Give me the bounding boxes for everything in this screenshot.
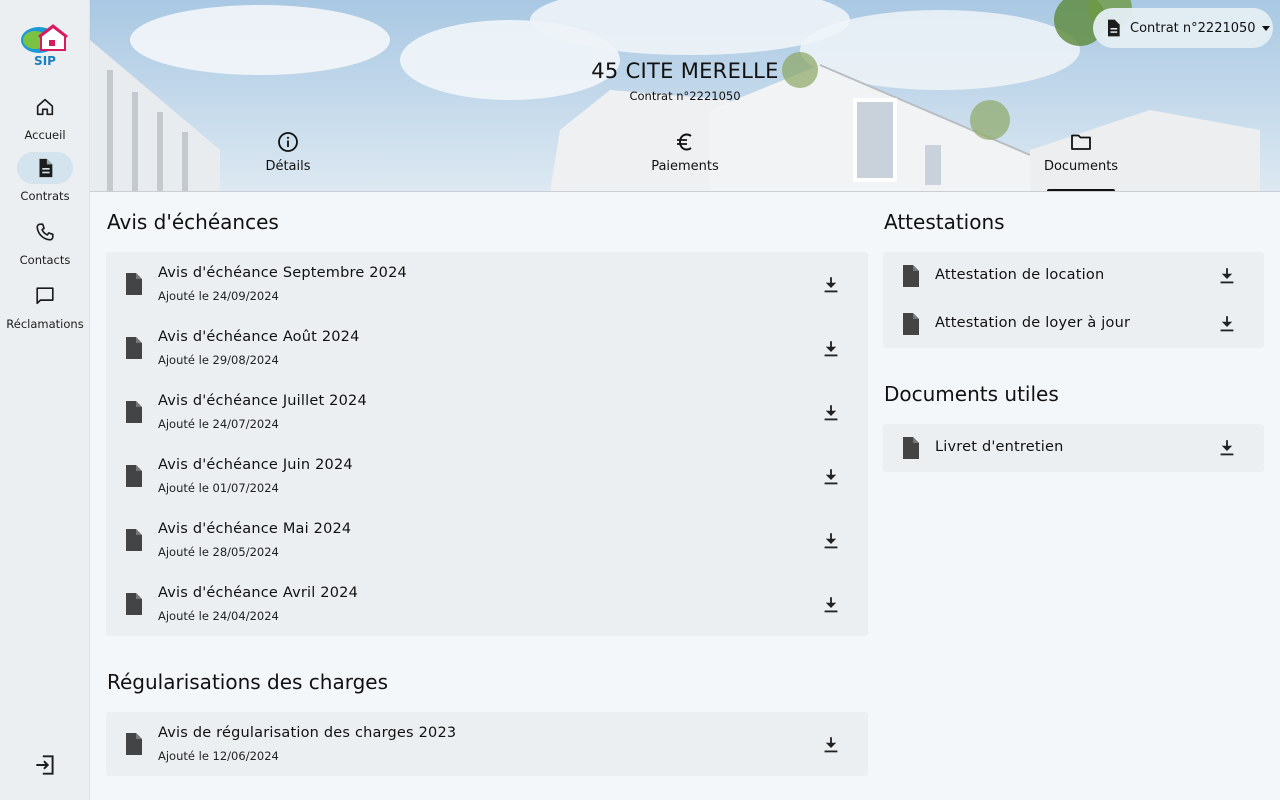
- document-title: Avis d'échéance Juin 2024: [158, 457, 353, 473]
- download-icon[interactable]: [1216, 437, 1238, 459]
- nav-pill: [17, 280, 73, 312]
- list-item[interactable]: Avis d'échéance Mai 2024 Ajouté le 28/05…: [106, 508, 868, 572]
- active-tab-indicator: [1047, 189, 1115, 191]
- document-title: Attestation de location: [935, 267, 1105, 283]
- document-title: Avis d'échéance Août 2024: [158, 329, 360, 345]
- download-icon[interactable]: [1216, 265, 1238, 287]
- tab-paiements[interactable]: Paiements: [645, 130, 725, 191]
- list-item[interactable]: Avis d'échéance Juillet 2024 Ajouté le 2…: [106, 380, 868, 444]
- sidebar-item-contrats[interactable]: Contrats: [0, 152, 90, 214]
- phone-icon: [36, 223, 54, 241]
- document-icon: [126, 401, 142, 423]
- document-icon: [126, 733, 142, 755]
- document-icon: [903, 437, 919, 459]
- document-icon: [39, 158, 53, 178]
- list-item[interactable]: Livret d'entretien: [883, 424, 1264, 472]
- list-item[interactable]: Avis de régularisation des charges 2023 …: [106, 712, 868, 776]
- section-title-documents-utiles: Documents utiles: [884, 382, 1059, 406]
- document-date: Ajouté le 12/06/2024: [158, 749, 279, 763]
- document-icon: [126, 465, 142, 487]
- document-title: Avis de régularisation des charges 2023: [158, 725, 457, 741]
- list-item[interactable]: Avis d'échéance Avril 2024 Ajouté le 24/…: [106, 572, 868, 636]
- euro-icon: [677, 133, 692, 151]
- nav-pill: [17, 216, 73, 248]
- download-icon[interactable]: [820, 338, 842, 360]
- sip-logo[interactable]: SIP: [19, 22, 71, 68]
- page-title: 45 CITE MERELLE: [591, 59, 779, 83]
- document-title: Attestation de loyer à jour: [935, 315, 1131, 331]
- sidebar-item-contacts[interactable]: Contacts: [0, 216, 90, 278]
- document-date: Ajouté le 24/09/2024: [158, 289, 279, 303]
- tab-label: Documents: [1043, 159, 1119, 174]
- document-icon: [903, 313, 919, 335]
- download-icon[interactable]: [820, 594, 842, 616]
- section-title-attestations: Attestations: [884, 210, 1005, 234]
- document-date: Ajouté le 24/04/2024: [158, 609, 279, 623]
- download-icon[interactable]: [820, 734, 842, 756]
- sidebar-item-reclamations[interactable]: Réclamations: [0, 280, 90, 342]
- document-title: Avis d'échéance Juillet 2024: [158, 393, 367, 409]
- list-item[interactable]: Avis d'échéance Septembre 2024 Ajouté le…: [106, 252, 868, 316]
- download-icon[interactable]: [1216, 313, 1238, 335]
- sidebar: SIP Accueil Contrats Contacts Réclamatio…: [0, 0, 90, 800]
- logout-icon[interactable]: [32, 752, 58, 778]
- document-date: Ajouté le 01/07/2024: [158, 481, 279, 495]
- document-title: Avis d'échéance Septembre 2024: [158, 265, 407, 281]
- document-icon: [126, 337, 142, 359]
- list-item[interactable]: Avis d'échéance Juin 2024 Ajouté le 01/0…: [106, 444, 868, 508]
- sidebar-item-label: Réclamations: [6, 317, 84, 331]
- folder-icon: [1071, 134, 1091, 150]
- sidebar-item-label: Accueil: [24, 128, 66, 142]
- page-subtitle: Contrat n°2221050: [629, 89, 741, 103]
- document-icon: [126, 273, 142, 295]
- chat-icon: [36, 287, 54, 305]
- download-icon[interactable]: [820, 530, 842, 552]
- document-icon: [126, 593, 142, 615]
- sidebar-item-accueil[interactable]: Accueil: [0, 91, 90, 153]
- caret-down-icon: [1261, 25, 1270, 31]
- document-icon: [1108, 19, 1120, 37]
- document-title: Avis d'échéance Mai 2024: [158, 521, 352, 537]
- logo-text: SIP: [34, 54, 56, 68]
- section-title-avis: Avis d'échéances: [107, 210, 279, 234]
- regularisations-list: Avis de régularisation des charges 2023 …: [106, 712, 868, 776]
- list-item[interactable]: Attestation de loyer à jour: [883, 300, 1264, 348]
- nav-pill: [17, 91, 73, 123]
- documents-utiles-list: Livret d'entretien: [883, 424, 1264, 472]
- sidebar-item-label: Contrats: [20, 189, 70, 203]
- tab-details[interactable]: Détails: [248, 130, 328, 191]
- contract-selector[interactable]: Contrat n°2221050: [1093, 8, 1273, 48]
- tab-label: Paiements: [651, 159, 719, 174]
- list-item[interactable]: Avis d'échéance Août 2024 Ajouté le 29/0…: [106, 316, 868, 380]
- document-date: Ajouté le 29/08/2024: [158, 353, 279, 367]
- document-icon: [903, 265, 919, 287]
- download-icon[interactable]: [820, 402, 842, 424]
- home-icon: [36, 98, 54, 116]
- info-icon: [278, 132, 298, 152]
- download-icon[interactable]: [820, 274, 842, 296]
- logo-house-icon: [21, 24, 68, 53]
- section-title-regularisations: Régularisations des charges: [107, 670, 389, 694]
- contract-selector-label: Contrat n°2221050: [1130, 20, 1256, 36]
- attestations-list: Attestation de location Attestation de l…: [883, 252, 1264, 348]
- avis-list: Avis d'échéance Septembre 2024 Ajouté le…: [106, 252, 868, 636]
- document-date: Ajouté le 24/07/2024: [158, 417, 279, 431]
- document-icon: [126, 529, 142, 551]
- header: Contrat n°2221050 45 CITE MERELLE Contra…: [90, 0, 1280, 192]
- nav-pill: [17, 152, 73, 184]
- tab-documents[interactable]: Documents: [1036, 130, 1126, 191]
- document-title: Livret d'entretien: [935, 439, 1064, 455]
- sidebar-item-label: Contacts: [19, 253, 71, 267]
- document-date: Ajouté le 28/05/2024: [158, 545, 279, 559]
- download-icon[interactable]: [820, 466, 842, 488]
- tab-label: Détails: [265, 159, 311, 174]
- list-item[interactable]: Attestation de location: [883, 252, 1264, 300]
- document-title: Avis d'échéance Avril 2024: [158, 585, 358, 601]
